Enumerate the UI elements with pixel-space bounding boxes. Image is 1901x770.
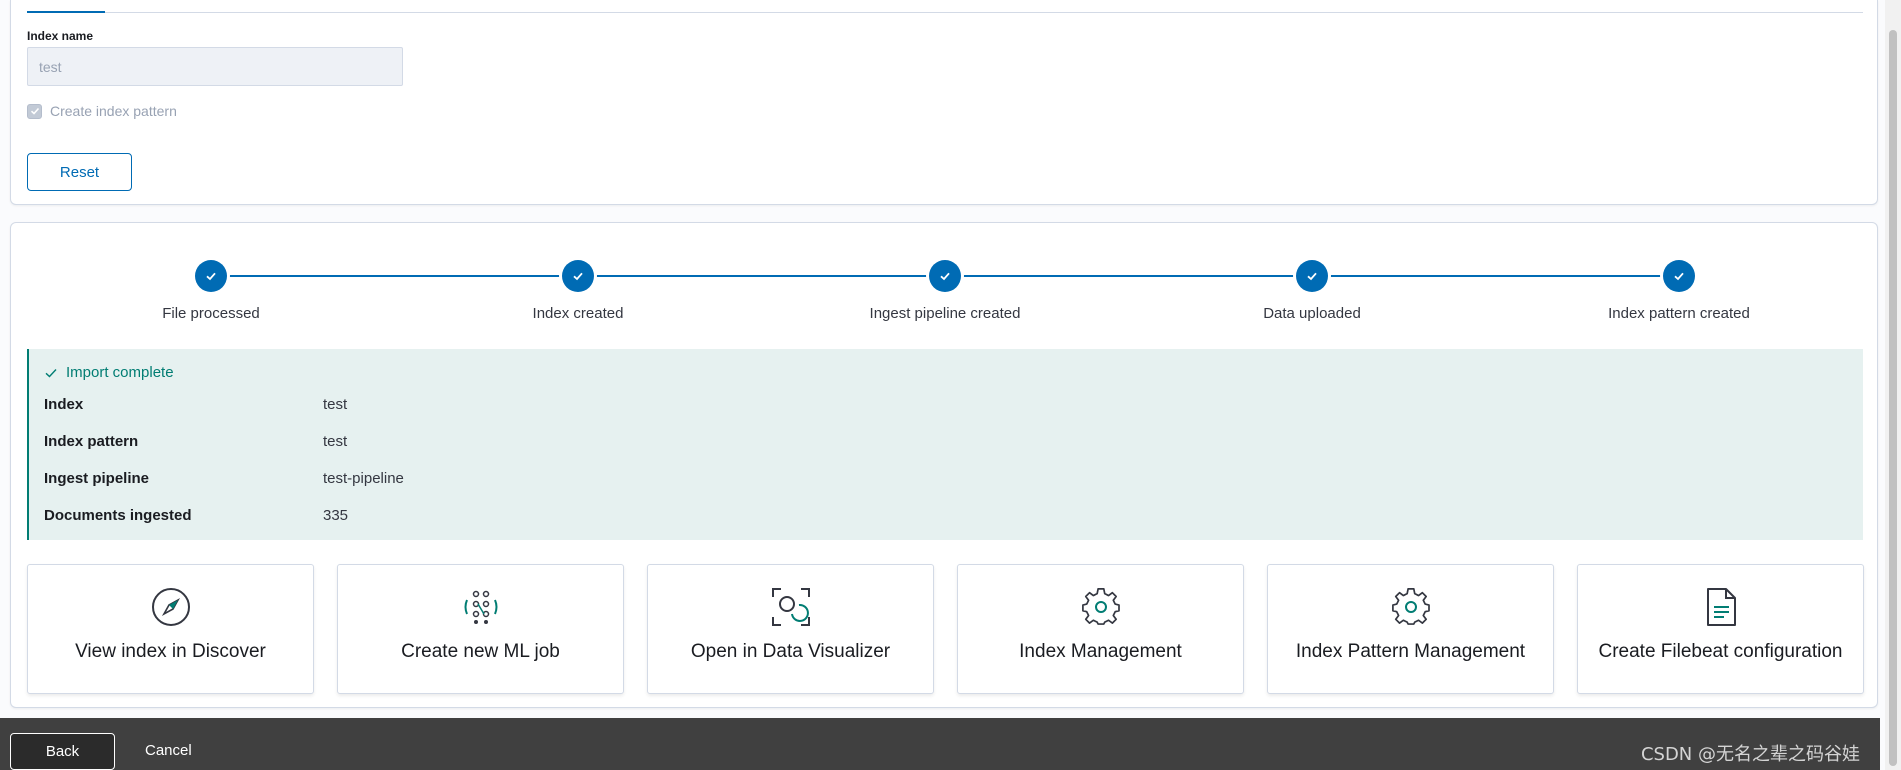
view-in-discover-card[interactable]: View index in Discover <box>27 564 314 694</box>
card-title: Open in Data Visualizer <box>690 641 891 662</box>
import-results-panel: File processed Index created Ingest pipe… <box>10 222 1878 708</box>
index-name-input[interactable] <box>27 47 403 86</box>
create-index-pattern-row[interactable]: Create index pattern <box>27 103 177 119</box>
vertical-scrollbar[interactable] <box>1885 0 1901 770</box>
document-icon <box>1701 587 1741 627</box>
result-value: test <box>323 396 348 413</box>
index-name-label: Index name <box>27 29 94 43</box>
watermark-text: CSDN @无名之辈之码谷娃 <box>1640 744 1860 765</box>
step-data-uploaded: Data uploaded <box>1202 260 1422 322</box>
step-label: Index created <box>532 305 624 322</box>
result-key: Documents ingested <box>44 507 192 524</box>
step-index-created: Index created <box>468 260 688 322</box>
action-cards: View index in Discover Create new ML job… <box>27 564 1865 694</box>
cancel-button[interactable]: Cancel <box>145 742 192 759</box>
gear-icon <box>1391 587 1431 627</box>
tab-underline <box>27 11 1863 13</box>
step-label: Ingest pipeline created <box>869 305 1021 322</box>
step-file-processed: File processed <box>101 260 321 322</box>
step-complete-icon <box>1663 260 1695 292</box>
step-complete-icon <box>929 260 961 292</box>
callout-title-text: Import complete <box>66 364 174 381</box>
callout-title: Import complete <box>44 364 174 381</box>
create-index-pattern-label: Create index pattern <box>50 103 177 119</box>
scrollbar-thumb[interactable] <box>1889 30 1897 766</box>
data-visualizer-icon <box>771 587 811 627</box>
back-button[interactable]: Back <box>10 733 115 770</box>
compass-icon <box>151 587 191 627</box>
index-settings-panel: Index name Create index pattern Reset <box>10 0 1878 205</box>
card-title: Create new ML job <box>401 641 560 662</box>
card-title: Create Filebeat configuration <box>1598 641 1843 662</box>
create-filebeat-config-card[interactable]: Create Filebeat configuration <box>1577 564 1864 694</box>
reset-button[interactable]: Reset <box>27 153 132 191</box>
result-value: test <box>323 433 348 450</box>
active-tab-indicator <box>27 11 105 13</box>
result-value: test-pipeline <box>323 470 404 487</box>
ml-job-icon <box>461 587 501 627</box>
index-management-card[interactable]: Index Management <box>957 564 1244 694</box>
create-ml-job-card[interactable]: Create new ML job <box>337 564 624 694</box>
gear-icon <box>1081 587 1121 627</box>
open-data-visualizer-card[interactable]: Open in Data Visualizer <box>647 564 934 694</box>
result-value: 335 <box>323 507 349 524</box>
step-complete-icon <box>562 260 594 292</box>
step-label: Data uploaded <box>1263 305 1361 322</box>
result-key: Index pattern <box>44 433 139 450</box>
card-title: Index Management <box>1019 641 1182 662</box>
step-index-pattern-created: Index pattern created <box>1569 260 1789 322</box>
card-title: Index Pattern Management <box>1295 641 1526 662</box>
step-label: Index pattern created <box>1608 305 1750 322</box>
result-key: Ingest pipeline <box>44 470 150 487</box>
check-icon <box>45 368 57 377</box>
card-title: View index in Discover <box>75 641 266 662</box>
step-complete-icon <box>1296 260 1328 292</box>
checkmark-icon <box>30 107 39 115</box>
bottom-bar: Back Cancel CSDN @无名之辈之码谷娃 <box>0 718 1880 770</box>
step-complete-icon <box>195 260 227 292</box>
step-label: File processed <box>162 305 260 322</box>
result-key: Index <box>44 396 84 413</box>
import-complete-callout: Import complete Index test Index pattern… <box>27 349 1863 540</box>
index-pattern-management-card[interactable]: Index Pattern Management <box>1267 564 1554 694</box>
step-ingest-pipeline-created: Ingest pipeline created <box>835 260 1055 322</box>
create-index-pattern-checkbox[interactable] <box>27 103 42 119</box>
